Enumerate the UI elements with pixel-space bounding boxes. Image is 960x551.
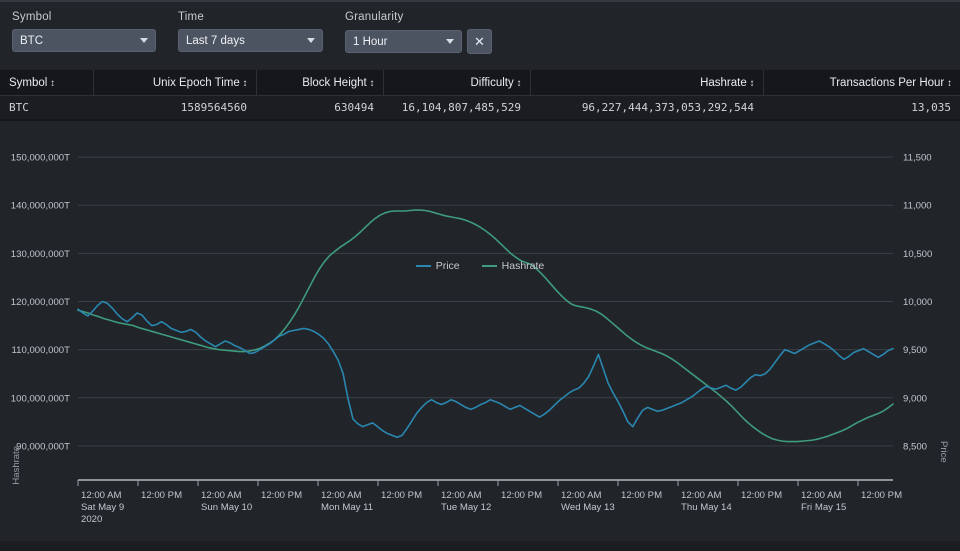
- y-axis-left-tick-label: 150,000,000T: [11, 153, 70, 164]
- x-axis-tick-time: 12:00 PM: [501, 490, 542, 501]
- x-axis-tick-day: Fri May 15: [801, 502, 846, 513]
- legend-label: Hashrate: [501, 260, 545, 272]
- time-filter: Time Last 7 days: [178, 11, 323, 52]
- table-body: BTC 1589564560 630494 16,104,807,485,529 96,…: [0, 95, 960, 121]
- x-axis-tick-day: Sat May 9: [81, 502, 124, 513]
- x-axis-tick-day: Tue May 12: [441, 502, 491, 513]
- y-axis-left-tick-label: 110,000,000T: [12, 345, 71, 356]
- x-axis-tick-time: 12:00 PM: [621, 490, 662, 501]
- symbol-filter: Symbol BTC: [12, 11, 156, 52]
- table-header-label: Transactions Per Hour: [829, 76, 945, 89]
- table-header-label: Difficulty: [470, 76, 514, 89]
- clear-granularity-button[interactable]: ✕: [467, 29, 492, 54]
- legend-item-price[interactable]: Price: [415, 260, 460, 272]
- table-row[interactable]: BTC 1589564560 630494 16,104,807,485,529 96,…: [0, 95, 960, 121]
- x-axis-tick-time: 12:00 AM: [81, 490, 122, 501]
- symbol-select-value: BTC: [20, 34, 43, 47]
- table-cell-symbol: BTC: [0, 95, 93, 121]
- table-cell-unix-epoch-time: 1589564560: [93, 95, 256, 121]
- y-axis-right-tick-label: 9,000: [903, 393, 927, 404]
- y-axis-left-tick-label: 130,000,000T: [11, 249, 70, 260]
- granularity-select-value: 1 Hour: [353, 35, 388, 48]
- table-header-block-height[interactable]: Block Height ↕: [256, 70, 384, 96]
- table-cell-hashrate: 96,227,444,373,053,292,544: [530, 95, 763, 121]
- x-axis-tick-time: 12:00 PM: [381, 490, 422, 501]
- table-header-difficulty[interactable]: Difficulty ↕: [383, 70, 531, 96]
- chevron-down-icon: [307, 38, 315, 43]
- sort-icon[interactable]: ↕: [50, 78, 55, 89]
- sort-icon[interactable]: ↕: [370, 78, 375, 89]
- legend-swatch-icon: [481, 265, 497, 268]
- table-header-label: Symbol: [9, 76, 48, 89]
- y-axis-left-tick-label: 140,000,000T: [11, 201, 70, 212]
- y-axis-right-tick-label: 10,000: [903, 297, 932, 308]
- chart-legend: Price Hashrate: [0, 260, 960, 272]
- table-cell-transactions-per-hour: 13,035: [763, 95, 960, 121]
- sort-icon[interactable]: ↕: [750, 78, 755, 89]
- x-axis-tick-time: 12:00 AM: [201, 490, 242, 501]
- x-axis-tick-time: 12:00 AM: [321, 490, 362, 501]
- y-axis-right-tick-label: 11,500: [903, 153, 932, 164]
- y-axis-right-tick-label: 11,000: [903, 201, 932, 212]
- y-axis-left-tick-label: 120,000,000T: [11, 297, 70, 308]
- chevron-down-icon: [140, 38, 148, 43]
- table-cell-difficulty: 16,104,807,485,529: [383, 95, 530, 121]
- x-axis-tick-year: 2020: [81, 514, 102, 525]
- legend-item-hashrate[interactable]: Hashrate: [481, 260, 545, 272]
- time-select[interactable]: Last 7 days: [178, 29, 323, 52]
- table-header-label: Unix Epoch Time: [152, 76, 240, 89]
- legend-label: Price: [435, 260, 460, 272]
- symbol-label: Symbol: [12, 11, 52, 23]
- x-axis-tick-time: 12:00 AM: [681, 490, 722, 501]
- sort-icon[interactable]: ↕: [517, 78, 522, 89]
- table-header-row: Symbol ↕ Unix Epoch Time ↕ Block Height ↕ Diff…: [0, 70, 960, 96]
- time-label: Time: [178, 11, 204, 23]
- close-icon: ✕: [474, 34, 485, 49]
- table-header-label: Block Height: [302, 76, 367, 89]
- table-cell-block-height: 630494: [256, 95, 383, 121]
- table-header-label: Hashrate: [700, 76, 747, 89]
- sort-icon[interactable]: ↕: [243, 78, 248, 89]
- y-axis-right-title: Price: [938, 441, 949, 463]
- table-header-transactions-per-hour[interactable]: Transactions Per Hour ↕: [763, 70, 960, 96]
- series-line-hashrate: [77, 209, 894, 443]
- x-axis-tick-time: 12:00 PM: [861, 490, 902, 501]
- chart-panel: Price Hashrate Hashrate Price 90,000,000T…: [0, 121, 960, 541]
- x-axis-tick-time: 12:00 PM: [741, 490, 782, 501]
- line-chart: 90,000,000T 100,000,000T 110,000,000T 120,0…: [11, 153, 933, 525]
- table-header-unix-epoch-time[interactable]: Unix Epoch Time ↕: [93, 70, 257, 96]
- table-header-hashrate[interactable]: Hashrate ↕: [530, 70, 764, 96]
- y-axis-left-tick-label: 100,000,000T: [11, 393, 70, 404]
- series-line-price: [77, 300, 894, 439]
- y-axis-right-tick-label: 10,500: [903, 249, 932, 260]
- x-axis-tick-day: Sun May 10: [201, 502, 252, 513]
- sort-icon[interactable]: ↕: [947, 78, 952, 89]
- metrics-table: Symbol ↕ Unix Epoch Time ↕ Block Height ↕ Diff…: [0, 70, 960, 121]
- x-axis-tick-day: Thu May 14: [681, 502, 732, 513]
- granularity-select[interactable]: 1 Hour: [345, 30, 462, 53]
- y-axis-left-title: Hashrate: [11, 446, 22, 485]
- table-header-symbol[interactable]: Symbol ↕: [0, 70, 94, 96]
- x-axis-tick-time: 12:00 PM: [141, 490, 182, 501]
- granularity-label: Granularity: [345, 11, 404, 23]
- x-axis-tick-time: 12:00 AM: [801, 490, 842, 501]
- app-root: Symbol BTC Time Last 7 days Granularity: [0, 0, 960, 551]
- x-axis-tick-day: Wed May 13: [561, 502, 615, 513]
- x-axis-tick-time: 12:00 AM: [561, 490, 602, 501]
- symbol-select[interactable]: BTC: [12, 29, 156, 52]
- filter-toolbar: Symbol BTC Time Last 7 days Granularity: [0, 2, 960, 70]
- x-axis-tick-time: 12:00 PM: [261, 490, 302, 501]
- y-axis-left-tick-label: 90,000,000T: [16, 441, 70, 452]
- y-axis-right-tick-label: 8,500: [903, 441, 927, 452]
- x-axis-tick-day: Mon May 11: [321, 502, 373, 513]
- y-axis-right-tick-label: 9,500: [903, 345, 927, 356]
- granularity-filter: Granularity 1 Hour ✕: [345, 11, 492, 54]
- legend-swatch-icon: [415, 265, 431, 268]
- time-select-value: Last 7 days: [186, 34, 245, 47]
- chevron-down-icon: [446, 39, 454, 44]
- x-axis-tick-time: 12:00 AM: [441, 490, 482, 501]
